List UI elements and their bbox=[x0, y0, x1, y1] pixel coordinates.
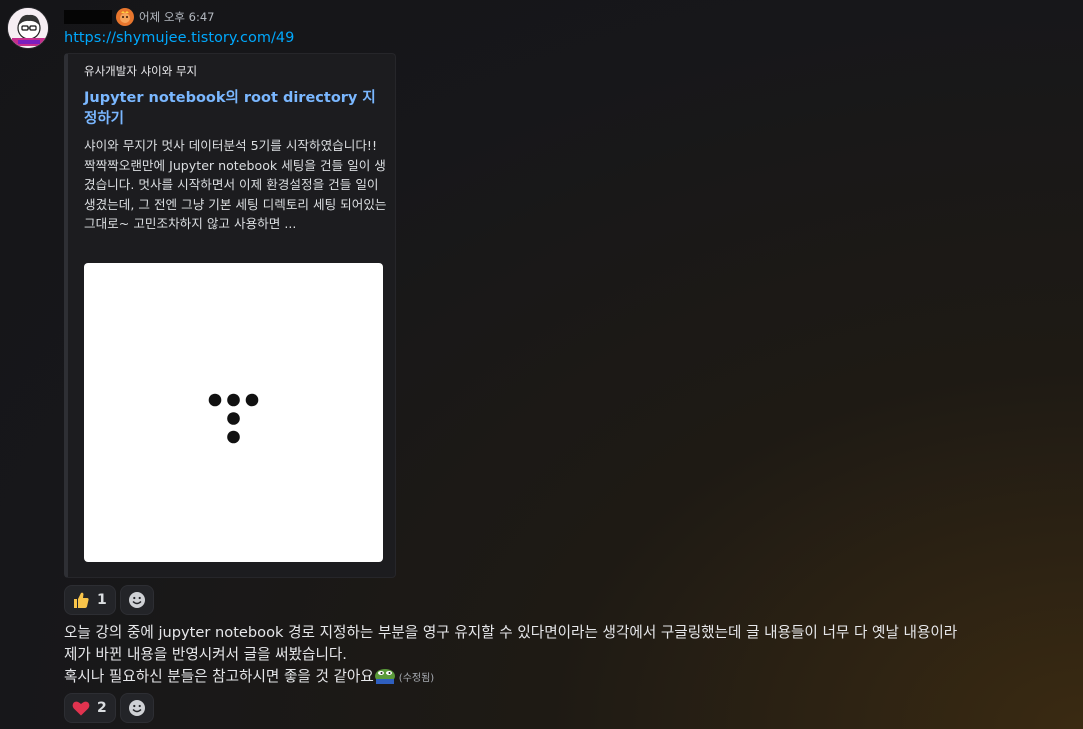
tistory-logo-icon bbox=[208, 393, 259, 444]
reaction-count: 1 bbox=[97, 592, 107, 608]
edited-label[interactable]: (수정됨) bbox=[399, 673, 434, 684]
heart-icon bbox=[72, 701, 90, 716]
smiley-add-icon bbox=[128, 700, 145, 716]
add-reaction-button[interactable] bbox=[119, 693, 154, 723]
add-reaction-button[interactable] bbox=[119, 585, 154, 615]
message-line: 오늘 강의 중에 jupyter notebook 경로 지정하는 부분을 영구… bbox=[64, 624, 958, 641]
embed-description: 샤이와 무지가 멋사 데이터분석 5기를 시작하였습니다!! 짝짝짝오랜만에 J… bbox=[84, 138, 387, 231]
username-redacted[interactable] bbox=[64, 10, 112, 24]
pepe-emoji-icon[interactable] bbox=[374, 666, 396, 684]
message-header: 어제 오후 6:47 bbox=[64, 8, 214, 26]
embed-reactions: 1 bbox=[64, 585, 154, 615]
avatar-illustration-icon bbox=[8, 8, 48, 48]
reaction-heart[interactable]: 2 bbox=[64, 693, 116, 723]
message-line: 혹시나 필요하신 분들은 참고하시면 좋을 것 같아요 bbox=[64, 668, 374, 685]
role-badge-icon[interactable] bbox=[116, 8, 134, 26]
message-reactions: 2 bbox=[64, 693, 154, 723]
embed-thumbnail[interactable] bbox=[84, 263, 383, 562]
embed-provider[interactable]: 유사개발자 샤이와 무지 bbox=[84, 63, 197, 79]
reaction-count: 2 bbox=[97, 700, 107, 716]
avatar[interactable] bbox=[7, 7, 49, 49]
message-body: 오늘 강의 중에 jupyter notebook 경로 지정하는 부분을 영구… bbox=[64, 622, 1074, 690]
message-timestamp[interactable]: 어제 오후 6:47 bbox=[139, 9, 214, 25]
message-line-with-emoji: 혹시나 필요하신 분들은 참고하시면 좋을 것 같아요 (수정됨) bbox=[64, 666, 1074, 690]
thumbs-up-icon bbox=[74, 592, 89, 608]
message-link[interactable]: https://shymujee.tistory.com/49 bbox=[64, 30, 294, 46]
link-embed: 유사개발자 샤이와 무지 Jupyter notebook의 root dire… bbox=[64, 53, 396, 578]
message-line: 제가 바뀐 내용을 반영시켜서 글을 써봤습니다. bbox=[64, 646, 347, 663]
smiley-add-icon bbox=[128, 592, 145, 608]
embed-title[interactable]: Jupyter notebook의 root directory 지정하기 bbox=[84, 88, 384, 130]
reaction-thumbs-up[interactable]: 1 bbox=[64, 585, 116, 615]
